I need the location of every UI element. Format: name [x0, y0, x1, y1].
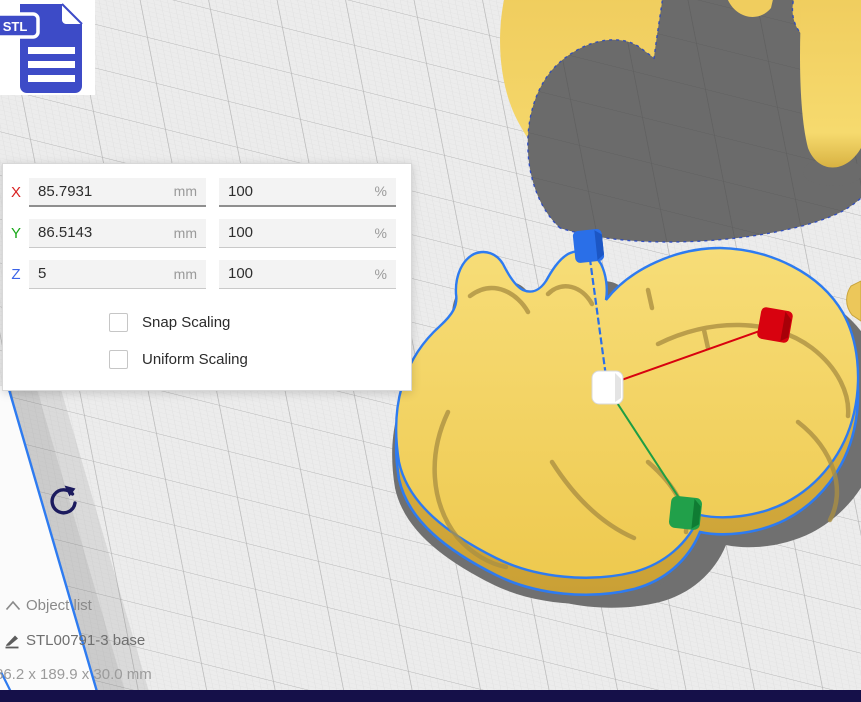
scale-x-percent-unit: % [375, 183, 387, 199]
scale-z-percent-field[interactable]: 100 % [219, 260, 396, 289]
object-list-item[interactable]: STL00791-3 base [0, 630, 145, 650]
object-dimensions: 86.2 x 189.9 x 30.0 mm [0, 666, 152, 683]
snap-scaling-label: Snap Scaling [142, 314, 230, 331]
scale-z-percent-unit: % [375, 266, 387, 282]
reset-scale-button[interactable] [45, 482, 81, 520]
stl-file-icon: STL [0, 0, 95, 95]
scale-x-mm-unit: mm [174, 183, 197, 199]
object-list-toggle[interactable]: Object list [0, 595, 92, 615]
uniform-scaling-label: Uniform Scaling [142, 351, 248, 368]
object-list-label: Object list [26, 597, 92, 614]
gizmo-z-handle[interactable] [572, 229, 604, 264]
scale-z-mm-value: 5 [38, 265, 46, 282]
scale-y-mm-field[interactable]: 86.5143 mm [29, 219, 206, 248]
scale-x-percent-field[interactable]: 100 % [219, 178, 396, 207]
axis-z-label: Z [3, 266, 29, 283]
edit-pencil-icon [4, 631, 22, 649]
uniform-scaling-checkbox[interactable] [109, 350, 128, 369]
scale-x-mm-field[interactable]: 85.7931 mm [29, 178, 206, 207]
scale-y-mm-value: 86.5143 [38, 224, 92, 241]
scale-z-mm-unit: mm [174, 266, 197, 282]
scale-x-percent-value: 100 [228, 183, 253, 200]
reset-icon [45, 482, 81, 520]
scale-y-percent-field[interactable]: 100 % [219, 219, 396, 248]
snap-scaling-checkbox[interactable] [109, 313, 128, 332]
scale-z-mm-field[interactable]: 5 mm [29, 260, 206, 289]
model-cookie-cutter-top[interactable] [500, 0, 861, 242]
gizmo-center-handle[interactable] [592, 371, 623, 404]
scale-x-mm-value: 85.7931 [38, 183, 92, 200]
axis-x-label: X [3, 184, 29, 201]
object-name: STL00791-3 base [26, 632, 145, 649]
gizmo-y-handle[interactable] [668, 495, 702, 530]
scale-y-percent-unit: % [375, 225, 387, 241]
axis-y-label: Y [3, 225, 29, 242]
scale-y-percent-value: 100 [228, 224, 253, 241]
chevron-up-icon [5, 600, 21, 611]
gizmo-x-handle[interactable] [756, 306, 793, 343]
bottom-bar [0, 690, 861, 702]
scale-y-mm-unit: mm [174, 225, 197, 241]
scale-tool-panel: X 85.7931 mm 100 % Y 86.5143 mm 100 % Z … [2, 163, 412, 391]
stl-badge-text: STL [3, 19, 28, 34]
scale-z-percent-value: 100 [228, 265, 253, 282]
